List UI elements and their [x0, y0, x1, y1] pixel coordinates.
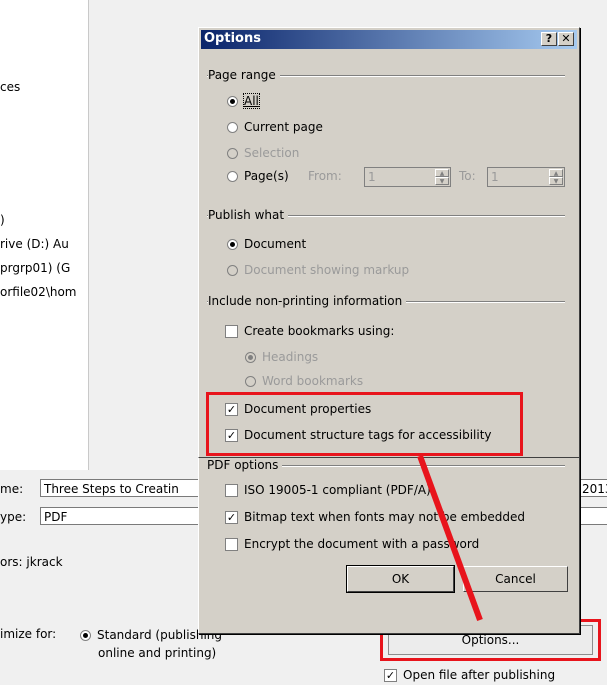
spin-up-icon: ▲ [549, 169, 563, 177]
checkbox-icon [225, 537, 238, 551]
spinner-arrows: ▲ ▼ [549, 169, 563, 185]
radio-icon [227, 147, 238, 159]
publish-what-title: Publish what [208, 208, 289, 222]
current-page-label: Current page [244, 120, 323, 134]
options-dialog-lower: PDF options ISO 19005-1 compliant (PDF/A… [198, 458, 580, 634]
encrypt-checkbox[interactable]: Encrypt the document with a password [225, 537, 479, 551]
from-label: From: [308, 169, 342, 183]
authors-value[interactable]: jkrack [26, 555, 62, 569]
create-bookmarks-label: Create bookmarks using: [244, 324, 395, 338]
bitmap-text-checkbox[interactable]: ✓ Bitmap text when fonts may not be embe… [225, 510, 525, 524]
folder-item[interactable]: prgrp01) (G [0, 261, 70, 275]
iso-compliant-checkbox[interactable]: ISO 19005-1 compliant (PDF/A) [225, 483, 431, 497]
bitmap-text-label: Bitmap text when fonts may not be embedd… [244, 510, 525, 524]
checkmark-icon: ✓ [384, 668, 397, 682]
radio-icon [227, 121, 238, 133]
checkbox-icon [225, 483, 238, 497]
page-range-pages-radio[interactable]: Page(s) [227, 169, 289, 183]
from-value: 1 [368, 170, 376, 184]
create-bookmarks-checkbox[interactable]: Create bookmarks using: [225, 324, 394, 338]
tags-field[interactable] [578, 507, 607, 525]
spin-down-icon: ▼ [549, 177, 563, 185]
radio-icon [227, 170, 238, 182]
page-range-selection-radio: Selection [227, 146, 299, 160]
file-name-input[interactable]: Three Steps to Creatin [40, 479, 200, 497]
checkbox-icon [225, 324, 238, 338]
folder-item[interactable]: ces [0, 80, 20, 94]
from-spinner: 1 ▲ ▼ [364, 167, 451, 187]
iso-label: ISO 19005-1 compliant (PDF/A) [244, 483, 431, 497]
word-bookmarks-label: Word bookmarks [262, 374, 364, 388]
pdf-options-title: PDF options [207, 458, 283, 472]
title-field[interactable]: 2013 [578, 479, 607, 497]
non-printing-title: Include non-printing information [208, 294, 407, 308]
publish-markup-radio: Document showing markup [227, 263, 409, 277]
open-after-label: Open file after publishing [403, 668, 556, 682]
cancel-button[interactable]: Cancel [463, 566, 568, 592]
save-type-select[interactable]: PDF [40, 507, 200, 525]
document-label: Document [244, 237, 307, 251]
checkmark-icon: ✓ [225, 510, 238, 524]
pages-label: Page(s) [244, 169, 289, 183]
page-range-current-radio[interactable]: Current page [227, 120, 323, 134]
authors-label: ors: jkrack [0, 555, 63, 569]
close-button[interactable]: ✕ [558, 32, 574, 46]
pane-divider [88, 0, 89, 470]
highlight-box [206, 392, 523, 456]
to-value: 1 [491, 170, 499, 184]
radio-icon [227, 95, 238, 107]
radio-icon [227, 264, 238, 276]
page-range-title: Page range [208, 68, 280, 82]
radio-icon [80, 629, 91, 641]
all-label: All [243, 93, 260, 109]
spin-up-icon: ▲ [435, 169, 449, 177]
bookmarks-headings-radio: Headings [245, 350, 318, 364]
radio-icon [245, 351, 256, 363]
to-label: To: [459, 169, 476, 183]
bookmarks-word-radio: Word bookmarks [245, 374, 363, 388]
document-markup-label: Document showing markup [244, 263, 410, 277]
file-name-label: me: [0, 482, 24, 496]
folder-item[interactable]: ) [0, 213, 5, 227]
save-type-label: ype: [0, 510, 27, 524]
dialog-title: Options [204, 31, 261, 46]
selection-label: Selection [244, 146, 300, 160]
radio-icon [227, 238, 238, 250]
optimize-label: imize for: [0, 627, 57, 641]
optimize-option-text-2: online and printing) [98, 646, 217, 660]
page-range-all-radio[interactable]: All [227, 93, 260, 109]
spinner-arrows: ▲ ▼ [435, 169, 449, 185]
help-button[interactable]: ? [541, 32, 557, 46]
ok-button[interactable]: OK [346, 565, 455, 593]
title-bar[interactable]: Options ? ✕ [201, 30, 577, 49]
spin-down-icon: ▼ [435, 177, 449, 185]
open-after-publishing-checkbox[interactable]: ✓ Open file after publishing [384, 668, 555, 682]
folder-pane [0, 0, 88, 470]
radio-icon [245, 375, 256, 387]
folder-item[interactable]: rive (D:) Au [0, 237, 69, 251]
to-spinner: 1 ▲ ▼ [487, 167, 565, 187]
headings-label: Headings [262, 350, 319, 364]
folder-item[interactable]: orfile02\hom [0, 285, 77, 299]
encrypt-label: Encrypt the document with a password [244, 537, 480, 551]
publish-document-radio[interactable]: Document [227, 237, 306, 251]
